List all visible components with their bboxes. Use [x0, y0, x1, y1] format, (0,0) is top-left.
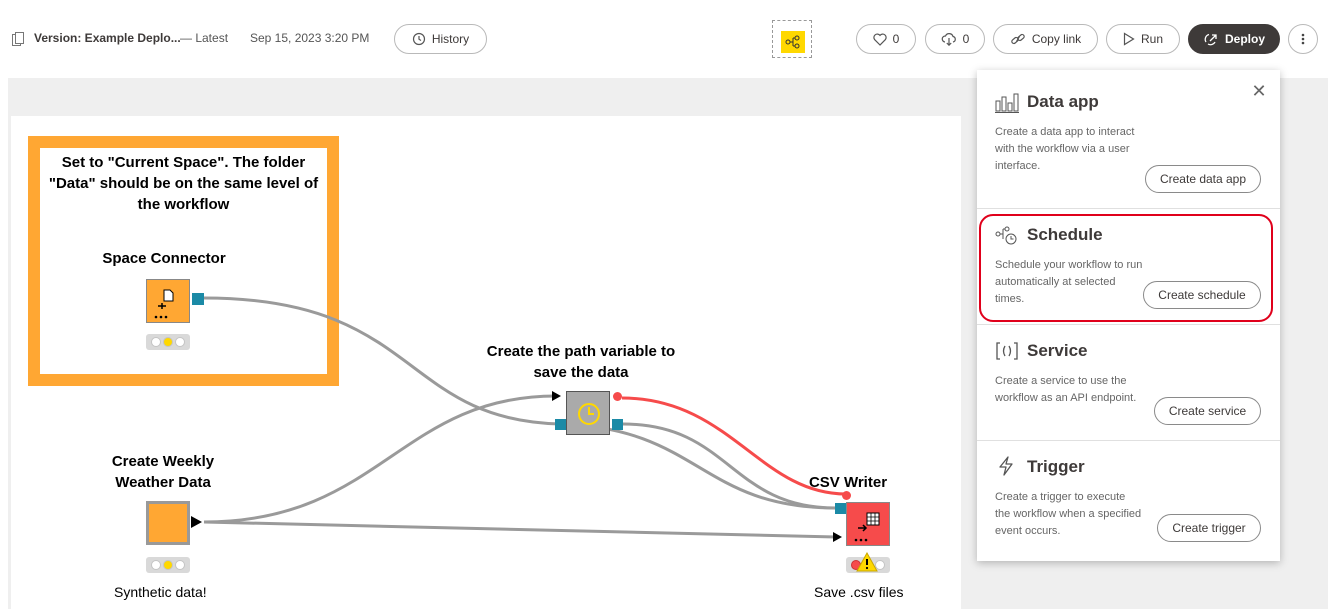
space-connector-node[interactable]	[146, 279, 190, 323]
section-data-app: Data app Create a data app to interact w…	[977, 70, 1280, 208]
trigger-description: Create a trigger to execute the workflow…	[995, 491, 1142, 537]
path-variable-flow-port[interactable]	[613, 392, 622, 401]
path-variable-label: Create the path variable to save the dat…	[486, 343, 676, 381]
deploy-button[interactable]: Deploy	[1188, 24, 1280, 54]
play-icon	[1123, 32, 1135, 46]
annotation-text: Set to "Current Space". The folder "Data…	[48, 154, 319, 213]
deploy-label: Deploy	[1224, 32, 1265, 46]
clock-icon	[578, 403, 600, 425]
workflow-thumbnail[interactable]	[772, 20, 812, 58]
version-latest: — Latest	[180, 31, 229, 45]
create-data-app-button[interactable]: Create data app	[1145, 165, 1261, 193]
data-app-title: Data app	[1027, 92, 1099, 111]
service-icon	[996, 342, 1018, 360]
top-bar: Version: Example Deplo... — Latest Sep 1…	[0, 0, 1328, 78]
version-icon	[12, 32, 24, 46]
schedule-highlight	[979, 214, 1273, 322]
space-connector-port[interactable]	[192, 293, 204, 305]
copy-link-button[interactable]: Copy link	[993, 24, 1098, 54]
path-variable-node[interactable]	[566, 391, 610, 435]
more-vertical-icon	[1301, 33, 1305, 45]
like-button[interactable]: 0	[856, 24, 916, 54]
space-connector-status	[146, 334, 190, 350]
weather-data-status	[146, 557, 190, 573]
history-button[interactable]: History	[394, 24, 487, 54]
copy-link-label: Copy link	[1031, 32, 1082, 46]
workflow-icon	[781, 31, 805, 53]
weather-data-caption: Synthetic data!	[114, 584, 207, 600]
history-icon	[412, 32, 425, 46]
heart-icon	[873, 32, 887, 46]
trigger-title: Trigger	[1027, 457, 1085, 476]
section-service: Service Create a service to use the work…	[977, 324, 1280, 440]
csv-writer-caption: Save .csv files	[814, 584, 904, 600]
version-title: Version: Example Deplo...	[34, 31, 181, 45]
download-count: 0	[962, 32, 970, 46]
create-service-button[interactable]: Create service	[1154, 397, 1261, 425]
run-button[interactable]: Run	[1106, 24, 1180, 54]
create-trigger-button[interactable]: Create trigger	[1157, 514, 1261, 542]
service-description: Create a service to use the workflow as …	[995, 375, 1137, 404]
trigger-icon	[999, 456, 1013, 476]
download-button[interactable]: 0	[925, 24, 985, 54]
path-variable-in-port[interactable]	[555, 419, 566, 430]
section-trigger: Trigger Create a trigger to execute the …	[977, 440, 1280, 561]
service-title: Service	[1027, 341, 1088, 360]
table-icon	[854, 512, 880, 542]
csv-writer-node[interactable]	[846, 502, 890, 546]
warning-icon	[856, 552, 878, 572]
csv-writer-label: CSV Writer	[808, 474, 888, 491]
weather-data-port[interactable]	[191, 516, 202, 528]
cloud-download-icon	[941, 33, 956, 46]
space-connector-label: Space Connector	[102, 250, 226, 267]
more-options-button[interactable]	[1288, 24, 1318, 54]
weather-data-node[interactable]	[146, 501, 190, 545]
like-count: 0	[892, 32, 900, 46]
version-date: Sep 15, 2023 3:20 PM	[250, 31, 370, 45]
path-variable-out-port[interactable]	[612, 419, 623, 430]
csv-writer-in-port[interactable]	[835, 503, 846, 514]
connector-icon	[154, 289, 174, 319]
link-icon	[1011, 33, 1025, 45]
history-label: History	[431, 32, 470, 46]
data-app-description: Create a data app to interact with the w…	[995, 126, 1135, 172]
data-app-icon	[995, 93, 1019, 113]
csv-writer-flow-port[interactable]	[842, 491, 851, 500]
deploy-icon	[1204, 33, 1217, 46]
run-label: Run	[1140, 32, 1163, 46]
weather-data-label: Create Weekly Weather Data	[111, 453, 215, 491]
